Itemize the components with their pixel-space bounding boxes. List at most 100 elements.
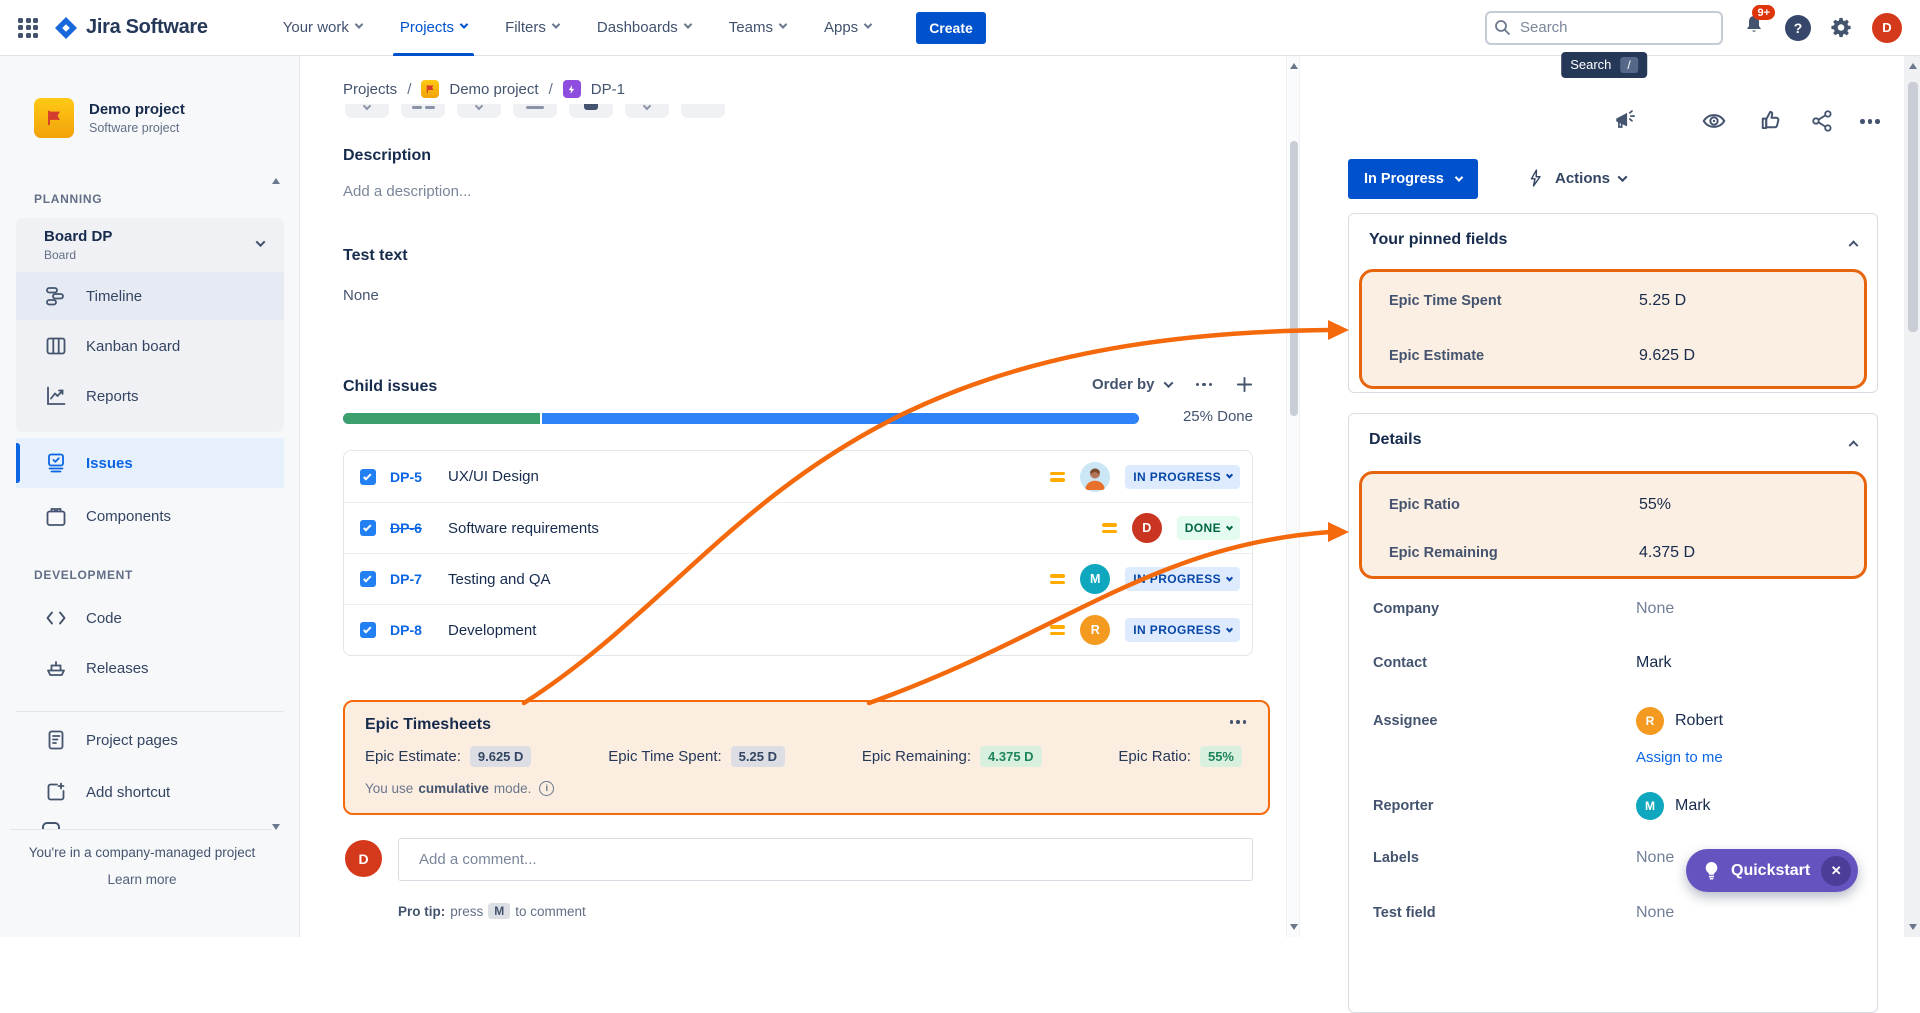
nav-item-filters[interactable]: Filters [486, 0, 578, 56]
nav-item-dashboards[interactable]: Dashboards [578, 0, 710, 56]
nav-item-projects[interactable]: Projects [381, 0, 486, 56]
status-dropdown[interactable]: IN PROGRESS [1125, 465, 1240, 489]
toolbar-button-partial[interactable] [513, 104, 557, 118]
breadcrumb-issue-key[interactable]: DP-1 [591, 81, 625, 98]
nav-item-apps[interactable]: Apps [805, 0, 890, 56]
info-icon[interactable]: i [539, 781, 554, 796]
sidebar-item-project-pages[interactable]: Project pages [16, 716, 284, 764]
sidebar-item-issues[interactable]: Issues [16, 438, 284, 488]
issue-key[interactable]: DP-7 [390, 571, 434, 587]
toolbar-button-partial[interactable] [681, 104, 725, 118]
issue-summary[interactable]: Testing and QA [448, 571, 551, 588]
page-scrollbar[interactable] [1904, 56, 1920, 937]
toolbar-button-partial[interactable] [569, 104, 613, 118]
priority-medium-icon[interactable] [1050, 625, 1065, 635]
notifications-button[interactable]: 9+ [1742, 13, 1766, 42]
field-value[interactable]: 5.25 D [1639, 292, 1686, 310]
scroll-down-arrow[interactable] [1909, 924, 1917, 930]
description-placeholder[interactable]: Add a description... [343, 183, 471, 200]
breadcrumb-projects[interactable]: Projects [343, 81, 397, 98]
issue-checkbox[interactable] [360, 622, 376, 638]
toolbar-button-partial[interactable] [345, 104, 389, 118]
issue-summary[interactable]: Software requirements [448, 520, 599, 537]
sidebar-scroll-down-arrow[interactable] [272, 824, 280, 830]
issue-checkbox[interactable] [360, 520, 376, 536]
field-value[interactable]: 55% [1639, 496, 1671, 514]
status-dropdown-button[interactable]: In Progress [1348, 159, 1478, 199]
help-button[interactable]: ? [1785, 15, 1811, 41]
assignee-avatar[interactable]: M [1080, 564, 1110, 594]
sidebar-item-timeline[interactable]: Timeline [16, 272, 284, 320]
priority-medium-icon[interactable] [1050, 472, 1065, 482]
search-input[interactable] [1485, 11, 1723, 45]
issue-summary[interactable]: Development [448, 622, 536, 639]
sidebar-item-add-shortcut[interactable]: Add shortcut [16, 768, 284, 816]
issue-key[interactable]: DP-6 [390, 520, 434, 536]
field-value[interactable]: 9.625 D [1639, 347, 1695, 365]
scroll-up-arrow[interactable] [1909, 63, 1917, 69]
status-dropdown[interactable]: IN PROGRESS [1125, 567, 1240, 591]
toolbar-button-partial[interactable] [401, 104, 445, 118]
nav-item-teams[interactable]: Teams [710, 0, 805, 56]
field-value[interactable]: 4.375 D [1639, 544, 1695, 562]
scrollbar-thumb[interactable] [1908, 82, 1918, 332]
scroll-up-arrow[interactable] [1290, 63, 1298, 69]
share-button[interactable] [1810, 108, 1836, 139]
issue-key[interactable]: DP-5 [390, 469, 434, 485]
toolbar-button-partial[interactable] [457, 104, 501, 118]
learn-more-link[interactable]: Learn more [0, 872, 284, 887]
quickstart-button[interactable]: Quickstart ✕ [1686, 849, 1858, 892]
scrollbar-thumb[interactable] [1290, 141, 1298, 416]
sidebar-item-code[interactable]: Code [16, 594, 284, 642]
nav-item-your-work[interactable]: Your work [264, 0, 381, 56]
breadcrumb-project[interactable]: Demo project [449, 81, 538, 98]
child-issue-row[interactable]: DP-7 Testing and QA M IN PROGRESS [344, 553, 1252, 604]
main-content-scrollbar[interactable] [1286, 56, 1300, 937]
collapse-chevron-icon[interactable] [1849, 440, 1859, 450]
issue-checkbox[interactable] [360, 571, 376, 587]
create-button[interactable]: Create [916, 12, 986, 44]
sidebar-item-kanban-board[interactable]: Kanban board [16, 322, 284, 370]
quickstart-close-button[interactable]: ✕ [1821, 856, 1851, 886]
issue-checkbox[interactable] [360, 469, 376, 485]
sidebar-item-releases[interactable]: Releases [16, 644, 284, 692]
order-by-dropdown[interactable]: Order by [1092, 376, 1172, 393]
assignee-avatar[interactable] [1080, 462, 1110, 492]
issue-key[interactable]: DP-8 [390, 622, 434, 638]
sidebar-item-reports[interactable]: Reports [16, 372, 284, 420]
user-avatar[interactable]: D [1872, 13, 1902, 43]
app-switcher-icon[interactable] [18, 18, 38, 38]
priority-medium-icon[interactable] [1050, 574, 1065, 584]
assignee-avatar[interactable]: R [1080, 615, 1110, 645]
child-issue-row[interactable]: DP-5 UX/UI Design IN PROGRESS [344, 451, 1252, 502]
child-issue-row[interactable]: DP-8 Development R IN PROGRESS [344, 604, 1252, 655]
actions-dropdown[interactable]: Actions [1526, 168, 1626, 188]
sidebar-scroll-up-arrow[interactable] [272, 178, 280, 184]
scroll-down-arrow[interactable] [1290, 924, 1298, 930]
collapse-chevron-icon[interactable] [1849, 240, 1859, 250]
comment-input[interactable] [398, 838, 1253, 881]
assignee-person[interactable]: R Robert [1636, 707, 1723, 735]
status-dropdown[interactable]: IN PROGRESS [1125, 618, 1240, 642]
priority-medium-icon[interactable] [1102, 523, 1117, 533]
sidebar-item-components[interactable]: Components [16, 492, 284, 541]
child-issues-more-button[interactable] [1196, 383, 1213, 387]
settings-button[interactable] [1830, 16, 1853, 39]
vote-button[interactable] [1757, 108, 1783, 139]
issue-summary[interactable]: UX/UI Design [448, 468, 539, 485]
status-dropdown[interactable]: DONE [1177, 516, 1240, 540]
feedback-button[interactable] [1613, 108, 1639, 139]
reporter-person[interactable]: M Mark [1636, 792, 1711, 820]
assign-to-me-link[interactable]: Assign to me [1636, 749, 1723, 766]
toolbar-button-partial[interactable] [625, 104, 669, 118]
more-actions-button[interactable] [1860, 119, 1880, 124]
project-header[interactable]: Demo project Software project [34, 98, 185, 138]
jira-logo[interactable]: Jira Software [54, 16, 208, 40]
board-selector[interactable]: Board DP Board [16, 222, 284, 262]
epic-timesheets-more-button[interactable] [1230, 720, 1247, 724]
test-text-value[interactable]: None [343, 287, 379, 304]
add-child-issue-button[interactable] [1236, 376, 1253, 393]
child-issue-row[interactable]: DP-6 Software requirements D DONE [344, 502, 1252, 553]
watch-button[interactable] [1701, 108, 1727, 139]
assignee-avatar[interactable]: D [1132, 513, 1162, 543]
